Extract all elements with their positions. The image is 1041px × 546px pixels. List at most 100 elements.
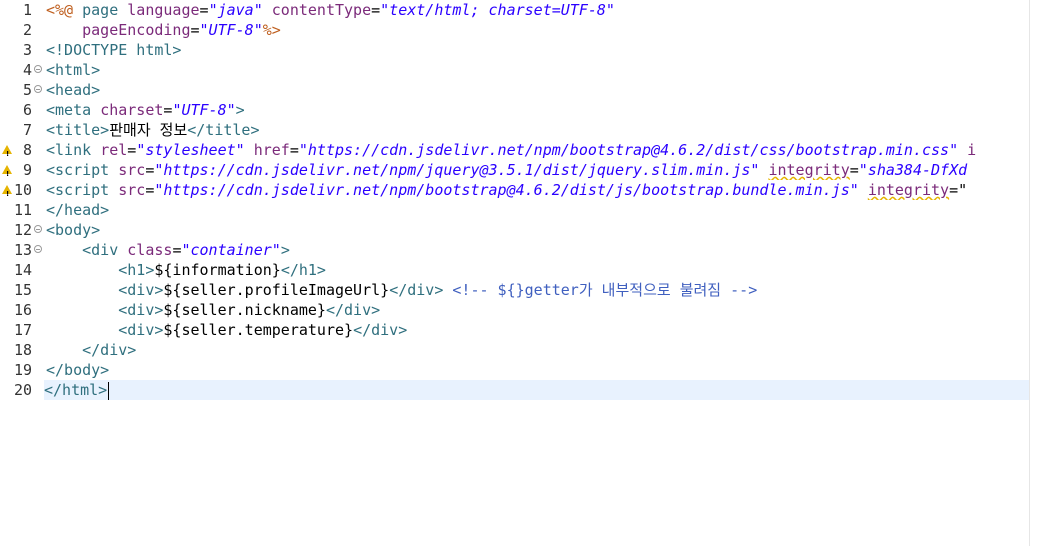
code-token: <script [46, 161, 119, 179]
line-number: 13 [13, 241, 32, 259]
code-line-20[interactable]: </html> [44, 380, 1029, 400]
code-editor[interactable]: 1234567891011121314151617181920 <%@ page… [0, 0, 1041, 546]
code-line-3[interactable]: <!DOCTYPE html> [46, 40, 1029, 60]
code-token: <script [46, 181, 119, 199]
line-number: 11 [13, 201, 32, 219]
code-token: class [127, 241, 173, 259]
gutter-line-15[interactable]: 15 [0, 280, 44, 300]
gutter-line-7[interactable]: 7 [0, 120, 44, 140]
code-token: <link [46, 141, 101, 159]
code-token: </h1> [280, 261, 326, 279]
code-token: = [190, 21, 200, 39]
code-token: <div> [118, 301, 164, 319]
line-number: 15 [13, 281, 32, 299]
code-line-19[interactable]: </body> [46, 360, 1029, 380]
code-line-4[interactable]: <html> [46, 60, 1029, 80]
code-line-5[interactable]: <head> [46, 80, 1029, 100]
code-token: "https://cdn.jsdelivr.net/npm/jquery@3.5… [154, 161, 760, 179]
gutter-line-10[interactable]: 10 [0, 180, 44, 204]
code-token: <!-- ${}getter가 내부적으로 불려짐 --> [452, 281, 758, 299]
gutter-line-11[interactable]: 11 [0, 200, 44, 220]
code-token: integrity [867, 181, 950, 199]
line-number: 9 [22, 161, 32, 179]
collapse-fold-icon[interactable] [34, 245, 42, 253]
code-token: <html> [46, 61, 101, 79]
warning-triangle-icon[interactable] [2, 144, 12, 164]
gutter-line-13[interactable]: 13 [0, 240, 44, 260]
code-token: ${information} [154, 261, 281, 279]
code-token: <!DOCTYPE html> [46, 41, 182, 59]
code-token: <div [82, 241, 128, 259]
line-number: 6 [22, 101, 32, 119]
code-token: 판매자 정보 [109, 121, 188, 139]
line-number: 20 [13, 381, 32, 399]
code-line-14[interactable]: <h1>${information}</h1> [46, 260, 1029, 280]
code-area[interactable]: <%@ page language="java" contentType="te… [44, 0, 1029, 546]
line-number: 12 [13, 221, 32, 239]
code-line-10[interactable]: <script src="https://cdn.jsdelivr.net/np… [46, 180, 1029, 200]
gutter-line-5[interactable]: 5 [0, 80, 44, 100]
code-line-2[interactable]: pageEncoding="UTF-8"%> [46, 20, 1029, 40]
gutter-line-16[interactable]: 16 [0, 300, 44, 320]
code-token: i [958, 141, 977, 159]
collapse-fold-icon[interactable] [34, 65, 42, 73]
code-token: contentType [271, 1, 372, 19]
code-token: "UTF-8" [199, 21, 263, 39]
code-token: <body> [46, 221, 101, 239]
gutter-line-8[interactable]: 8 [0, 140, 44, 164]
code-line-8[interactable]: <link rel="stylesheet" href="https://cdn… [46, 140, 1029, 160]
gutter-line-18[interactable]: 18 [0, 340, 44, 360]
code-line-17[interactable]: <div>${seller.temperature}</div> [46, 320, 1029, 340]
code-token: </div> [325, 301, 381, 319]
line-number: 18 [13, 341, 32, 359]
code-token: charset [100, 101, 164, 119]
code-token: "text/html; charset=UTF-8" [380, 1, 615, 19]
line-number: 14 [13, 261, 32, 279]
code-line-9[interactable]: <script src = "https://cdn.jsdelivr.net/np… [46, 160, 1029, 180]
code-token: src [118, 181, 146, 199]
collapse-fold-icon[interactable] [34, 85, 42, 93]
code-token: pageEncoding [82, 21, 191, 39]
code-line-12[interactable]: <body> [46, 220, 1029, 240]
code-token: <div> [118, 281, 164, 299]
gutter-line-1[interactable]: 1 [0, 0, 44, 20]
code-line-13[interactable]: <div class="container"> [46, 240, 1029, 260]
line-number: 2 [22, 21, 32, 39]
gutter-line-2[interactable]: 2 [0, 20, 44, 40]
gutter-line-12[interactable]: 12 [0, 220, 44, 240]
gutter-line-6[interactable]: 6 [0, 100, 44, 120]
code-token: integrity [768, 161, 850, 179]
warning-triangle-icon[interactable] [2, 164, 12, 184]
gutter-line-14[interactable]: 14 [0, 260, 44, 280]
warning-triangle-icon[interactable] [2, 184, 12, 204]
gutter-line-17[interactable]: 17 [0, 320, 44, 340]
gutter-line-9[interactable]: 9 [0, 160, 44, 184]
code-token: "java" [208, 1, 263, 19]
code-token: </div> [389, 281, 444, 299]
gutter-line-19[interactable]: 19 [0, 360, 44, 380]
code-token: page [73, 1, 128, 19]
code-line-6[interactable]: <meta charset="UTF-8"> [46, 100, 1029, 120]
code-line-16[interactable]: <div>${seller.nickname}</div> [46, 300, 1029, 320]
code-token: = [199, 1, 209, 19]
collapse-fold-icon[interactable] [34, 225, 42, 233]
code-line-11[interactable]: </head> [46, 200, 1029, 220]
code-line-15[interactable]: <div>${seller.profileImageUrl}</div> <!-… [46, 280, 1029, 300]
gutter-line-3[interactable]: 3 [0, 40, 44, 60]
code-token: > [280, 241, 290, 259]
gutter-line-4[interactable]: 4 [0, 60, 44, 80]
code-token: %> [262, 21, 281, 39]
print-margin-line [1029, 0, 1030, 546]
code-line-18[interactable]: </div> [46, 340, 1029, 360]
code-line-1[interactable]: <%@ page language="java" contentType="te… [46, 0, 1029, 20]
code-token: "container" [181, 241, 281, 259]
code-line-7[interactable]: <title>판매자 정보</title> [46, 120, 1029, 140]
code-token: src [118, 161, 146, 179]
gutter-line-20[interactable]: 20 [0, 380, 44, 400]
